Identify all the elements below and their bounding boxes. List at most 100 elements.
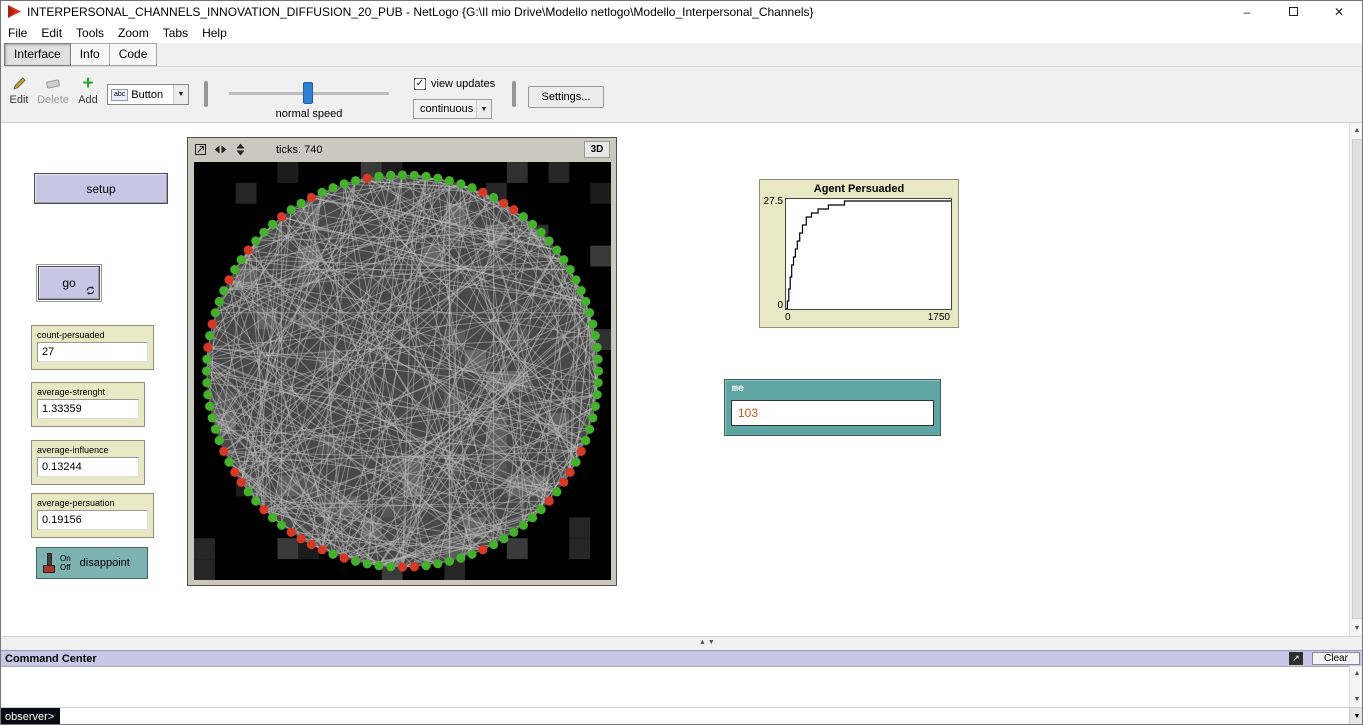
interface-canvas: setup go count-persuaded 27 average-stre… [1, 123, 1349, 636]
switch-off-label: Off [60, 563, 71, 572]
menu-help[interactable]: Help [195, 24, 234, 42]
maximize-icon [1289, 7, 1298, 16]
main-vertical-scrollbar[interactable]: ▲ ▼ [1349, 123, 1363, 636]
switch-name-label: disappoint [80, 557, 130, 569]
setup-button-label: setup [86, 182, 115, 196]
monitor-label: count-persuaded [37, 330, 148, 340]
widget-type-value: Button [131, 89, 163, 101]
chevron-down-icon: ▼ [476, 100, 491, 118]
minimize-button[interactable]: – [1224, 1, 1270, 22]
monitor-value: 0.13244 [37, 457, 139, 477]
speed-slider-label: normal speed [229, 108, 389, 120]
monitor-average-persuation: average-persuation 0.19156 [31, 493, 154, 538]
disappoint-switch[interactable]: On Off disappoint [36, 547, 148, 579]
add-tool-label: Add [78, 94, 98, 106]
ticks-counter: ticks: 740 [276, 144, 322, 156]
toolbar-separator [204, 81, 208, 107]
eraser-icon [35, 76, 71, 94]
menu-zoom[interactable]: Zoom [111, 24, 156, 42]
plot-title: Agent Persuaded [760, 180, 958, 195]
input-me-field[interactable]: 103 [731, 400, 934, 426]
update-mode-value: continuous [420, 103, 473, 115]
setup-button[interactable]: setup [34, 173, 168, 204]
input-me: me 103 [724, 379, 941, 436]
netlogo-window: INTERPERSONAL_CHANNELS_INNOVATION_DIFFUS… [0, 0, 1363, 725]
monitor-value: 0.19156 [37, 510, 148, 530]
clear-button[interactable]: Clear [1312, 652, 1360, 665]
plot-x-min-label: 0 [785, 312, 791, 323]
detach-icon[interactable]: ↗ [1289, 652, 1303, 665]
menu-bar: File Edit Tools Zoom Tabs Help [1, 22, 1362, 43]
plot-x-max-label: 1750 [928, 312, 950, 323]
view-resize-icon[interactable] [194, 143, 207, 156]
delete-tool-label: Delete [37, 94, 69, 106]
plot-agent-persuaded: Agent Persuaded 27.5 0 0 1750 [759, 179, 959, 328]
horizontal-arrows-icon[interactable] [214, 143, 227, 156]
toolbar-separator [512, 81, 516, 107]
window-controls: – ✕ [1224, 1, 1362, 22]
scroll-down-icon[interactable]: ▼ [1350, 692, 1363, 707]
command-center-title: Command Center [5, 653, 97, 665]
menu-tabs[interactable]: Tabs [156, 24, 195, 42]
menu-edit[interactable]: Edit [34, 24, 69, 42]
edit-tool-label: Edit [10, 94, 29, 106]
checkbox-check-icon: ✓ [414, 78, 426, 90]
view-updates-checkbox[interactable]: ✓ view updates [414, 78, 495, 90]
switch-on-label: On [60, 554, 71, 563]
command-center-splitter[interactable]: ▲▼ [1, 636, 1363, 650]
speed-slider-handle[interactable] [303, 82, 313, 104]
update-mode-dropdown[interactable]: continuous ▼ [413, 99, 492, 119]
settings-button[interactable]: Settings... [528, 86, 604, 108]
toolbar: Edit Delete + Add abc Button ▼ normal sp… [1, 67, 1362, 123]
maximize-button[interactable] [1270, 1, 1316, 22]
button-widget-icon: abc [111, 89, 128, 101]
plot-area [785, 198, 952, 310]
close-button[interactable]: ✕ [1316, 1, 1362, 22]
add-widget-button[interactable]: + Add [75, 76, 101, 106]
monitor-label: average-strenght [37, 387, 139, 397]
splitter-grip-icon[interactable]: ▲▼ [699, 639, 717, 646]
tab-info[interactable]: Info [71, 43, 110, 66]
monitor-label: average-persuation [37, 498, 148, 508]
go-button[interactable]: go [38, 266, 100, 300]
view-updates-label: view updates [431, 78, 495, 90]
command-center-header: Command Center ↗ Clear [1, 650, 1363, 666]
scroll-up-icon[interactable]: ▲ [1350, 123, 1363, 138]
switch-state-labels: On Off [60, 554, 71, 572]
prompt-dropdown-icon[interactable]: ▼ [1349, 708, 1363, 725]
delete-tool-button[interactable]: Delete [35, 76, 71, 106]
chevron-down-icon: ▼ [173, 85, 188, 104]
scroll-down-icon[interactable]: ▼ [1350, 621, 1363, 636]
speed-slider[interactable]: normal speed [229, 77, 389, 119]
switch-toggle-icon[interactable] [43, 551, 56, 575]
window-title: INTERPERSONAL_CHANNELS_INNOVATION_DIFFUS… [27, 5, 814, 19]
command-output-scrollbar[interactable]: ▲ ▼ [1349, 666, 1363, 707]
go-button-label: go [62, 276, 75, 290]
switch-handle[interactable] [43, 565, 55, 573]
tab-code[interactable]: Code [110, 43, 158, 66]
scroll-up-icon[interactable]: ▲ [1350, 666, 1363, 681]
plot-line-canvas [786, 199, 951, 309]
world-view-header: ticks: 740 3D [188, 138, 616, 161]
netlogo-logo-icon [7, 4, 22, 19]
plus-icon: + [75, 76, 101, 94]
tab-bar: Interface Info Code [1, 43, 1362, 67]
command-output-area[interactable] [1, 666, 1349, 707]
command-input[interactable] [60, 708, 1349, 725]
monitor-label: average-influence [37, 445, 139, 455]
command-prompt-row: observer> ▼ [1, 707, 1363, 725]
menu-file[interactable]: File [1, 24, 34, 42]
edit-tool-button[interactable]: Edit [5, 76, 33, 106]
world-view: ticks: 740 3D [187, 137, 617, 586]
widget-type-dropdown[interactable]: abc Button ▼ [107, 84, 189, 105]
world-canvas[interactable] [194, 162, 611, 580]
monitor-value: 27 [37, 342, 148, 362]
tab-interface[interactable]: Interface [4, 43, 71, 66]
vertical-arrows-icon[interactable] [234, 143, 247, 156]
title-bar: INTERPERSONAL_CHANNELS_INNOVATION_DIFFUS… [1, 1, 1362, 22]
observer-prompt: observer> [1, 708, 60, 725]
3d-button[interactable]: 3D [584, 141, 610, 158]
scrollbar-thumb[interactable] [1352, 139, 1363, 619]
menu-tools[interactable]: Tools [69, 24, 111, 42]
plot-y-max-label: 27.5 [761, 196, 783, 207]
